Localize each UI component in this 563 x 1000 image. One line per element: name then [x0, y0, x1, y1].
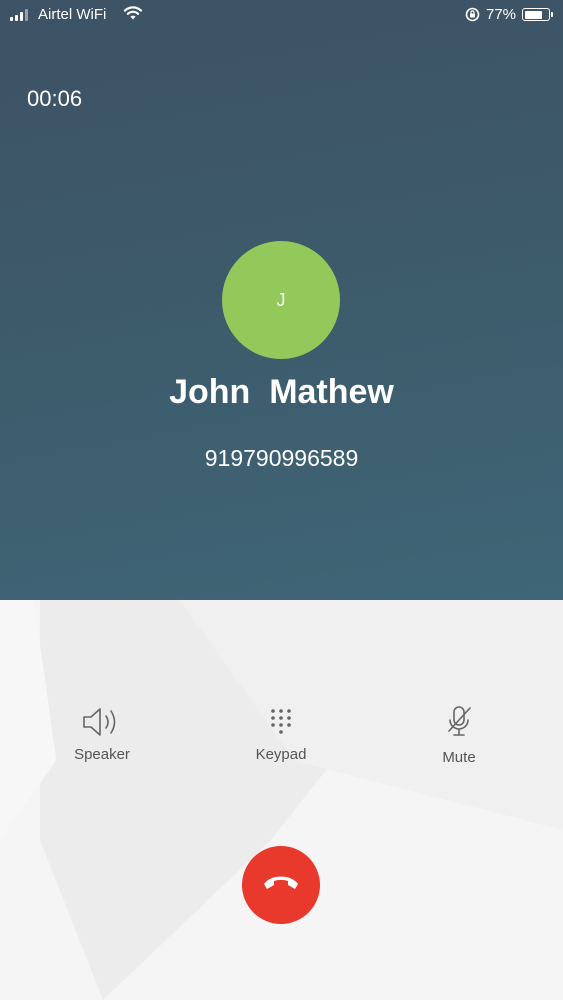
keypad-button[interactable]: Keypad — [221, 704, 341, 763]
carrier-name: Airtel WiFi — [38, 6, 107, 23]
call-controls-panel: Speaker Keypad Mute — [0, 600, 563, 1000]
caller-number: 919790996589 — [204, 445, 359, 471]
mute-button[interactable]: Mute — [399, 704, 519, 766]
battery-percent: 77% — [486, 6, 517, 23]
avatar-initial: J — [276, 289, 286, 310]
status-bar: Airtel WiFi 77% — [0, 0, 563, 30]
avatar: J — [222, 241, 340, 359]
orientation-lock-icon — [465, 7, 480, 26]
call-header: Airtel WiFi 77% 00:06 J John Mathew 9197… — [0, 0, 563, 600]
end-call-button[interactable] — [242, 846, 320, 924]
call-timer: 00:06 — [27, 86, 83, 111]
speaker-button[interactable]: Speaker — [42, 704, 162, 763]
keypad-label: Keypad — [255, 746, 307, 763]
microphone-muted-icon — [399, 704, 519, 740]
keypad-icon — [221, 704, 341, 740]
signal-icon — [10, 9, 28, 21]
wifi-icon — [123, 5, 143, 25]
speaker-icon — [42, 704, 162, 740]
caller-name: John Mathew — [169, 373, 394, 411]
battery-icon — [522, 8, 553, 21]
mute-label: Mute — [442, 749, 476, 766]
speaker-label: Speaker — [74, 746, 130, 763]
hang-up-icon — [261, 872, 301, 899]
